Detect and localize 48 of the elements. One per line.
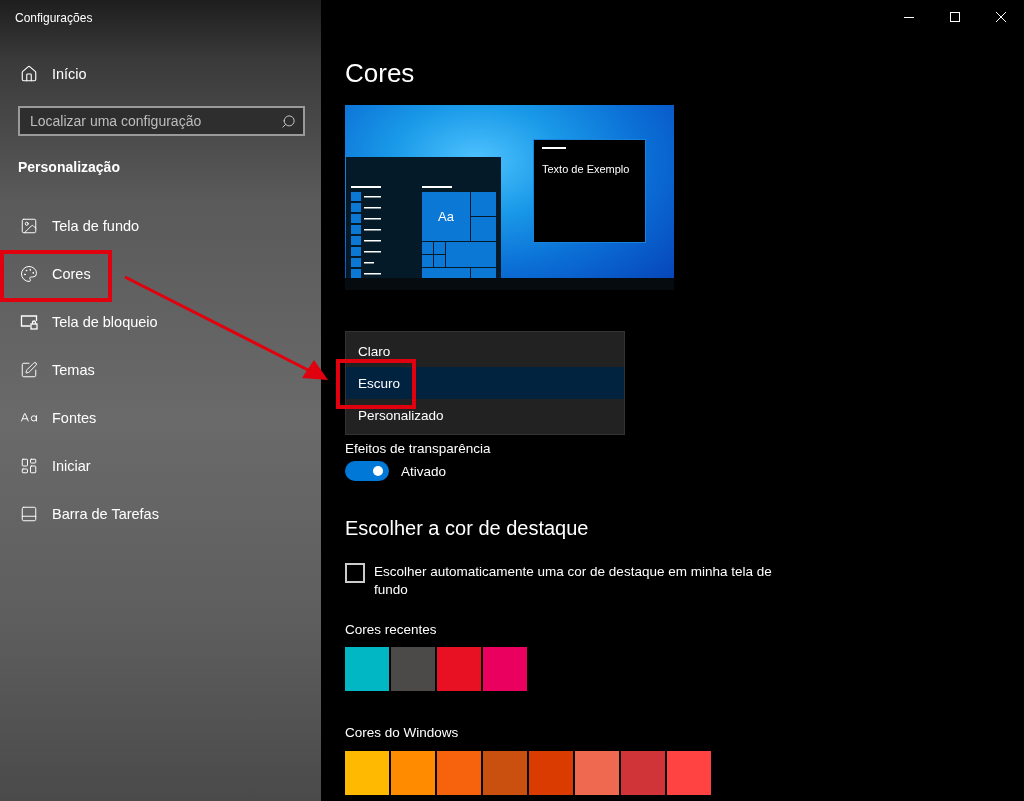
taskbar-icon: [20, 505, 38, 523]
dropdown-option[interactable]: Escuro: [346, 367, 624, 399]
color-swatch[interactable]: [621, 751, 665, 795]
home-icon: [20, 65, 38, 83]
color-swatch[interactable]: [391, 647, 435, 691]
group-label: Cores recentes: [345, 621, 437, 639]
close-icon: [996, 12, 1006, 22]
section-heading: Personalização: [18, 158, 121, 176]
tile-label: Aa: [437, 208, 455, 226]
color-swatch[interactable]: [437, 751, 481, 795]
color-swatch[interactable]: [391, 751, 435, 795]
monitor-lock-icon: [20, 313, 38, 331]
color-swatch[interactable]: [345, 751, 389, 795]
dropdown-option[interactable]: Personalizado: [346, 399, 624, 431]
nav-item[interactable]: Temas: [18, 346, 305, 394]
checkbox[interactable]: [345, 563, 365, 583]
search-icon: [281, 114, 296, 129]
toggle-switch[interactable]: [345, 461, 389, 481]
toggle-state: Ativado: [401, 463, 447, 479]
image-icon: [20, 217, 38, 235]
nav-item[interactable]: Fontes: [18, 394, 305, 442]
page-title: Cores: [345, 57, 415, 90]
nav-item[interactable]: Tela de bloqueio: [18, 298, 305, 346]
color-swatch[interactable]: [667, 751, 711, 795]
pen-square-icon: [20, 361, 38, 379]
color-swatch[interactable]: [529, 751, 573, 795]
color-swatch[interactable]: [437, 647, 481, 691]
color-swatch[interactable]: [483, 751, 527, 795]
nav-item[interactable]: Tela de fundo: [18, 202, 305, 250]
minimize-icon: [904, 16, 914, 18]
group-label: Cores do Windows: [345, 724, 459, 742]
checkbox-label: Escolher automaticamente uma cor de destaque em minha tela de fundo: [374, 563, 773, 599]
color-swatch[interactable]: [483, 647, 527, 691]
setting-label: Efeitos de transparência: [345, 440, 491, 458]
maximize-icon: [950, 12, 960, 22]
dropdown-option[interactable]: Claro: [346, 335, 624, 367]
search-field[interactable]: Localizar uma configuração: [18, 106, 305, 136]
window-title: Configurações: [15, 10, 94, 27]
nav-item[interactable]: Iniciar: [18, 442, 305, 490]
section-heading: Escolher a cor de destaque: [345, 516, 589, 541]
nav-item[interactable]: Cores: [18, 250, 305, 298]
nav-item[interactable]: Início: [18, 50, 305, 98]
palette-icon: [20, 265, 38, 283]
color-swatch[interactable]: [575, 751, 619, 795]
sample-text: Texto de Exemplo: [542, 163, 630, 175]
nav-item[interactable]: Barra de Tarefas: [18, 490, 305, 538]
color-swatch[interactable]: [345, 647, 389, 691]
tiles-icon: [20, 457, 38, 475]
